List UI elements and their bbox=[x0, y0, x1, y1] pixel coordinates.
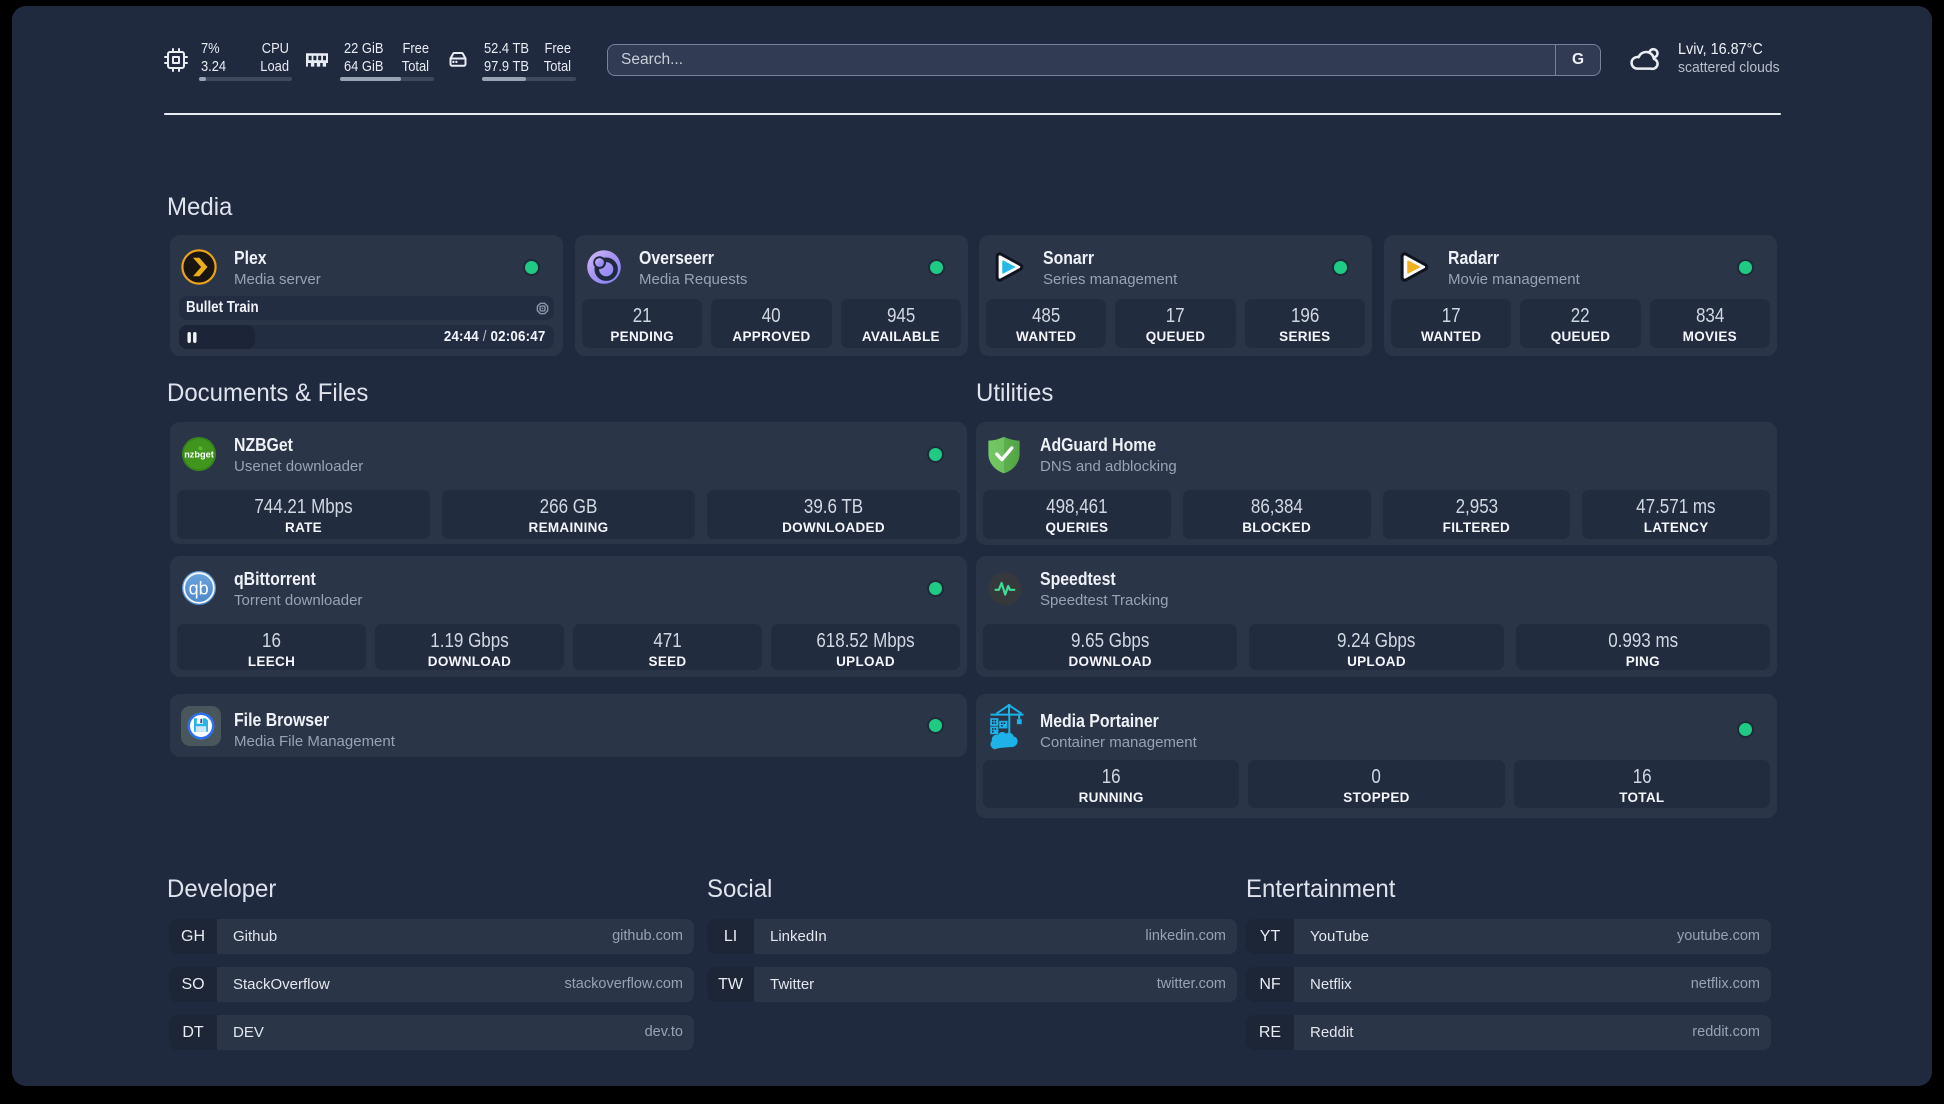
svg-text:qb: qb bbox=[189, 579, 209, 599]
svg-text:nzbget: nzbget bbox=[184, 450, 214, 460]
